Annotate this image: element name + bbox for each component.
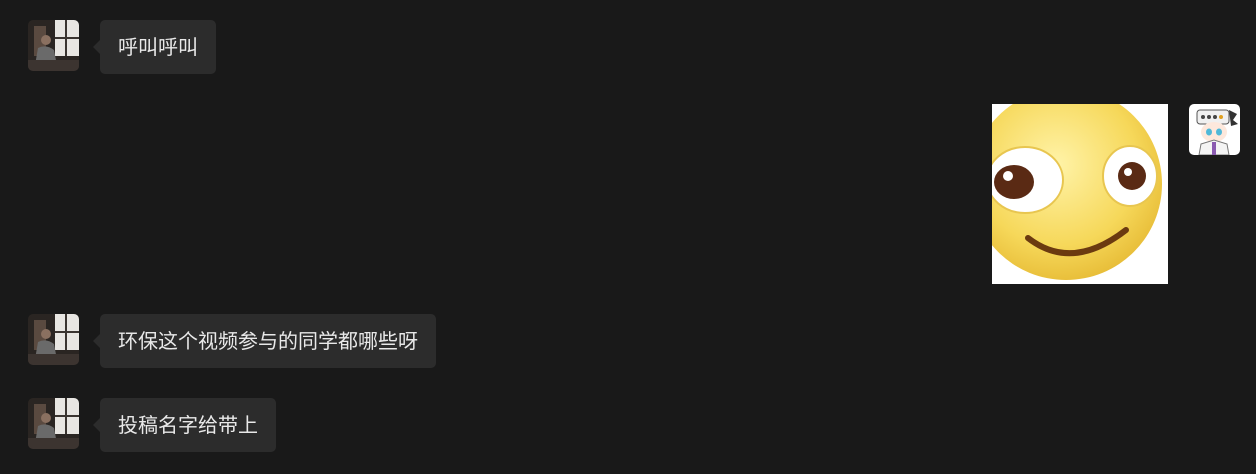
sender-avatar[interactable] xyxy=(28,398,79,449)
message-bubble[interactable]: 环保这个视频参与的同学都哪些呀 xyxy=(93,314,436,368)
photo-avatar-icon xyxy=(28,314,79,365)
message-text: 环保这个视频参与的同学都哪些呀 xyxy=(118,329,418,353)
message-text: 投稿名字给带上 xyxy=(118,413,258,437)
smiley-face-sticker-icon xyxy=(992,104,1168,284)
message-bubble[interactable]: 呼叫呼叫 xyxy=(93,20,216,74)
photo-avatar-icon xyxy=(28,398,79,449)
self-avatar[interactable] xyxy=(1189,104,1240,155)
message-bubble[interactable]: 投稿名字给带上 xyxy=(93,398,276,452)
sticker-message[interactable] xyxy=(992,104,1168,284)
message-text: 呼叫呼叫 xyxy=(118,35,198,59)
sender-avatar[interactable] xyxy=(28,314,79,365)
sender-avatar[interactable] xyxy=(28,20,79,71)
anime-avatar-icon xyxy=(1189,104,1240,155)
photo-avatar-icon xyxy=(28,20,79,71)
